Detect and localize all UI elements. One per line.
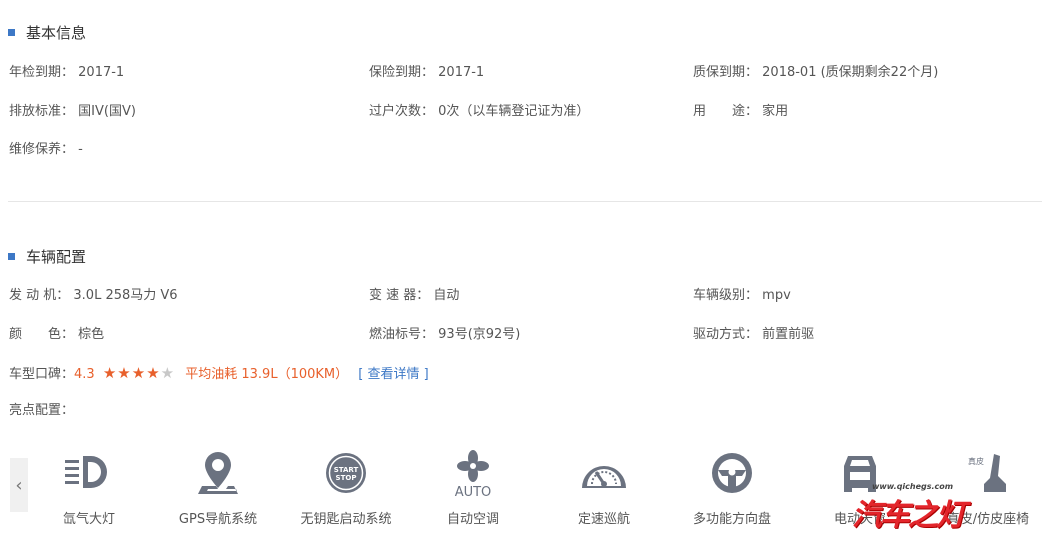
transfers-field: 过户次数： 0次（以车辆登记证为准） [369, 104, 590, 119]
gearbox-field: 变 速 器： 自动 [369, 288, 460, 303]
highlights-label: 亮点配置： [9, 403, 75, 418]
chevron-left-icon: ‹ [15, 474, 23, 496]
inspection-field: 年检到期： 2017-1 [9, 65, 125, 80]
vehicle-config-title: 车辆配置 [8, 246, 86, 267]
rating-stars: ★★★★★ [103, 364, 175, 384]
usage-field: 用 途： 家用 [693, 104, 789, 119]
average-fuel-consumption: 平均油耗 13.9L（100KM） [185, 367, 349, 382]
xenon-headlight-icon [65, 456, 107, 488]
basic-info-title: 基本信息 [8, 22, 86, 43]
svg-text:AUTO: AUTO [455, 485, 492, 500]
star-icon: ★ [160, 364, 176, 382]
carousel-prev-button[interactable]: ‹ [10, 458, 28, 512]
feature-item: START STOP 无钥匙启动系统 [286, 450, 406, 542]
warranty-field: 质保到期： 2018-01 (质保期剩余22个月) [693, 65, 939, 80]
svg-text:真皮: 真皮 [968, 456, 984, 466]
engine-field: 发 动 机： 3.0L 258马力 V6 [9, 288, 178, 303]
reputation-score: 4.3 [74, 367, 95, 382]
section-marker [8, 29, 15, 36]
emission-field: 排放标准： 国IV(国V) [9, 104, 136, 119]
section-divider [8, 201, 1042, 202]
maintenance-field: 维修保养： - [9, 142, 83, 157]
level-field: 车辆级别： mpv [693, 288, 791, 303]
page: 基本信息 年检到期： 2017-1 保险到期： 2017-1 质保到期： 201… [0, 0, 1042, 542]
reputation-field: 车型口碑：4.3 ★★★★★ 平均油耗 13.9L（100KM） [ 查看详情 … [9, 364, 429, 384]
svg-text:STOP: STOP [336, 474, 357, 482]
feature-item: 氙气大灯 [29, 450, 149, 542]
feature-item: AUTO 自动空调 [413, 450, 533, 542]
start-stop-button-icon: START STOP [326, 453, 366, 493]
section-marker [8, 253, 15, 260]
feature-item: 多功能方向盘 [672, 450, 792, 542]
feature-item: 定速巡航 [544, 450, 664, 542]
star-icon: ★ [117, 364, 132, 382]
svg-text:START: START [334, 466, 359, 474]
color-field: 颜 色： 棕色 [9, 327, 105, 342]
multifunction-steering-wheel-icon [712, 453, 752, 493]
site-watermark: www.qichegs.com 汽车之灯 [852, 482, 966, 533]
auto-climate-fan-icon: AUTO [455, 450, 492, 500]
fuel-field: 燃油标号： 93号(京92号) [369, 327, 521, 342]
star-icon: ★ [146, 364, 161, 382]
star-icon: ★ [131, 364, 147, 382]
insurance-field: 保险到期： 2017-1 [369, 65, 485, 80]
star-icon: ★ [102, 364, 118, 382]
gps-navigation-icon [198, 452, 238, 494]
feature-item: GPS导航系统 [158, 450, 278, 542]
cruise-control-icon [582, 466, 626, 488]
view-details-link[interactable]: [ 查看详情 ] [358, 367, 428, 382]
drive-field: 驱动方式： 前置前驱 [693, 327, 815, 342]
